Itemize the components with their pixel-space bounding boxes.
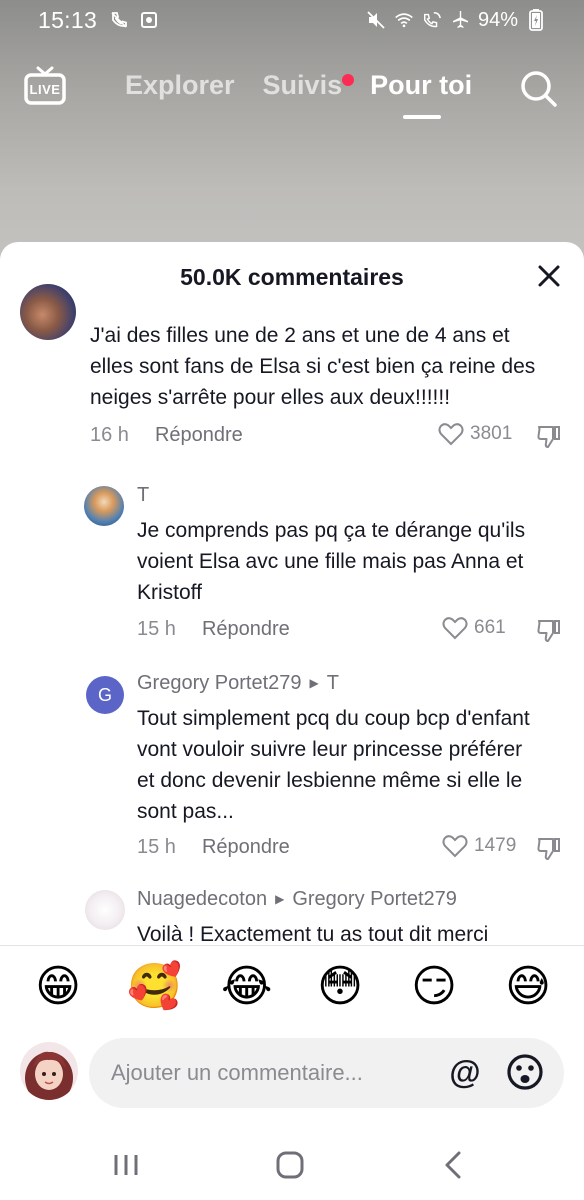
comment-input[interactable]: Ajouter un commentaire... xyxy=(89,1038,564,1108)
reply-arrow-icon: ▶ xyxy=(309,676,319,690)
emoji-joy[interactable]: 😂 xyxy=(221,962,272,1012)
like-count: 661 xyxy=(474,617,506,638)
comments-count-title: 50.0K commentaires xyxy=(180,264,404,290)
search-icon[interactable] xyxy=(518,68,558,108)
reply-button[interactable]: Répondre xyxy=(155,424,243,447)
heart-icon xyxy=(438,423,464,446)
comments-sheet: 50.0K commentaires J'ai des filles une d… xyxy=(0,242,584,1200)
emoji-smirk[interactable]: 😏 xyxy=(409,962,459,1012)
heart-icon xyxy=(442,835,468,858)
recent-apps-icon[interactable] xyxy=(101,1145,151,1185)
active-tab-indicator xyxy=(403,115,442,119)
dislike-icon[interactable] xyxy=(536,424,562,450)
live-label: LIVE xyxy=(29,82,61,97)
feed-tabs: Explorer Suivis Pour toi xyxy=(125,70,473,119)
sheet-header: 50.0K commentaires xyxy=(0,242,584,310)
comment-line: Tout simplement pcq du coup bcp d'enfant xyxy=(137,707,530,730)
emoji-sweat-smile[interactable]: 😅 xyxy=(503,962,553,1012)
comment-text: J'ai des filles une de 2 ans et une de 4… xyxy=(90,320,570,413)
comment-line: Kristoff xyxy=(137,581,202,604)
avatar[interactable] xyxy=(85,890,125,930)
screen-record-icon xyxy=(139,10,159,30)
reply-button[interactable]: Répondre xyxy=(202,836,290,859)
live-button[interactable]: LIVE xyxy=(24,66,66,106)
emoji-grin[interactable]: 😁 xyxy=(33,962,83,1012)
comment-line: voient Elsa avc une fille mais pas Anna … xyxy=(137,550,524,573)
comment-time: 16 h xyxy=(90,424,129,446)
comment-item: Nuagedecoton ▶ Gregory Portet279 Voilà !… xyxy=(0,884,584,946)
comment-text: T Je comprends pas pq ça te dérange qu'i… xyxy=(137,480,567,608)
close-icon[interactable] xyxy=(535,262,563,290)
notification-dot xyxy=(342,74,355,86)
tab-pour-toi[interactable]: Pour toi xyxy=(370,70,473,119)
comment-line: sont pas... xyxy=(137,800,234,823)
back-icon[interactable] xyxy=(428,1145,478,1185)
tab-explorer[interactable]: Explorer xyxy=(125,70,235,101)
top-navigation: LIVE Explorer Suivis Pour toi xyxy=(0,60,584,120)
heart-icon xyxy=(442,617,468,640)
comment-input-row: Ajouter un commentaire... @ xyxy=(0,1032,584,1112)
reply-to-username: T xyxy=(326,672,339,694)
dislike-icon[interactable] xyxy=(536,618,562,644)
reply-arrow-icon: ▶ xyxy=(275,892,285,906)
username: Gregory Portet279 xyxy=(137,672,302,694)
emoji-flushed[interactable]: 😳 xyxy=(315,962,365,1012)
tab-suivis-label: Suivis xyxy=(262,70,343,100)
comment-time: 15 h xyxy=(137,836,176,858)
status-bar: 15:13 94% xyxy=(0,0,584,40)
video-background[interactable] xyxy=(0,0,584,270)
comment-text: Nuagedecoton ▶ Gregory Portet279 Voilà !… xyxy=(137,884,577,946)
like-button[interactable]: 1479 xyxy=(442,834,516,858)
reply-button[interactable]: Répondre xyxy=(202,618,290,641)
username: Nuagedecoton xyxy=(137,888,268,910)
tab-pour-toi-label: Pour toi xyxy=(370,70,473,100)
comment-meta: 16 h Répondre xyxy=(90,424,243,447)
username: T xyxy=(137,484,150,506)
my-avatar xyxy=(20,1042,78,1100)
divider xyxy=(0,945,584,946)
battery-icon xyxy=(526,9,546,31)
comment-item: T Je comprends pas pq ça te dérange qu'i… xyxy=(0,480,584,645)
comment-line: J'ai des filles une de 2 ans et une de 4… xyxy=(90,324,510,347)
airplane-icon xyxy=(450,10,470,30)
like-count: 1479 xyxy=(474,835,517,856)
tab-suivis[interactable]: Suivis xyxy=(262,70,355,101)
comment-username[interactable]: Nuagedecoton ▶ Gregory Portet279 xyxy=(137,884,577,915)
emoji-picker-icon[interactable] xyxy=(505,1052,545,1092)
home-icon[interactable] xyxy=(265,1145,315,1185)
comment-line: et donc devenir lesbienne même si elle l… xyxy=(137,769,523,792)
comment-item: G Gregory Portet279 ▶ T Tout simplement … xyxy=(0,668,584,868)
wifi-calling-icon xyxy=(422,10,442,30)
call-icon xyxy=(109,10,129,30)
like-button[interactable]: 3801 xyxy=(438,422,512,446)
like-button[interactable]: 661 xyxy=(442,616,506,640)
system-navigation-bar xyxy=(0,1135,584,1200)
avatar[interactable]: G xyxy=(86,676,124,714)
emoji-quick-bar: 😁 🥰 😂 😳 😏 😅 xyxy=(0,962,584,1022)
reply-to-username: Gregory Portet279 xyxy=(292,888,457,910)
mention-button[interactable]: @ xyxy=(445,1052,485,1092)
comment-text: Gregory Portet279 ▶ T Tout simplement pc… xyxy=(137,668,577,827)
avatar[interactable] xyxy=(84,486,124,526)
comment-item: J'ai des filles une de 2 ans et une de 4… xyxy=(0,284,584,450)
status-time: 15:13 xyxy=(38,6,98,33)
comment-line: Voilà ! Exactement tu as tout dit merci xyxy=(137,923,489,946)
comment-username[interactable]: T xyxy=(137,480,567,511)
battery-percent: 94% xyxy=(477,8,518,31)
emoji-love[interactable]: 🥰 xyxy=(127,962,182,1012)
comment-time: 15 h xyxy=(137,618,176,640)
avatar[interactable] xyxy=(20,284,76,340)
comment-meta: 15 h Répondre xyxy=(137,836,290,859)
comment-line: neiges s'arrête pour elles aux deux!!!!!… xyxy=(90,386,451,409)
comment-username[interactable]: Gregory Portet279 ▶ T xyxy=(137,668,577,699)
mute-icon xyxy=(366,10,386,30)
wifi-icon xyxy=(394,10,414,30)
comment-line: elles sont fans de Elsa si c'est bien ça… xyxy=(90,355,536,378)
comment-meta: 15 h Répondre xyxy=(137,618,290,641)
like-count: 3801 xyxy=(470,423,513,444)
avatar-letter: G xyxy=(97,685,112,705)
dislike-icon[interactable] xyxy=(536,836,562,862)
comment-line: vont vouloir suivre leur princesse préfé… xyxy=(137,738,523,761)
comment-line: Je comprends pas pq ça te dérange qu'ils xyxy=(137,519,526,542)
